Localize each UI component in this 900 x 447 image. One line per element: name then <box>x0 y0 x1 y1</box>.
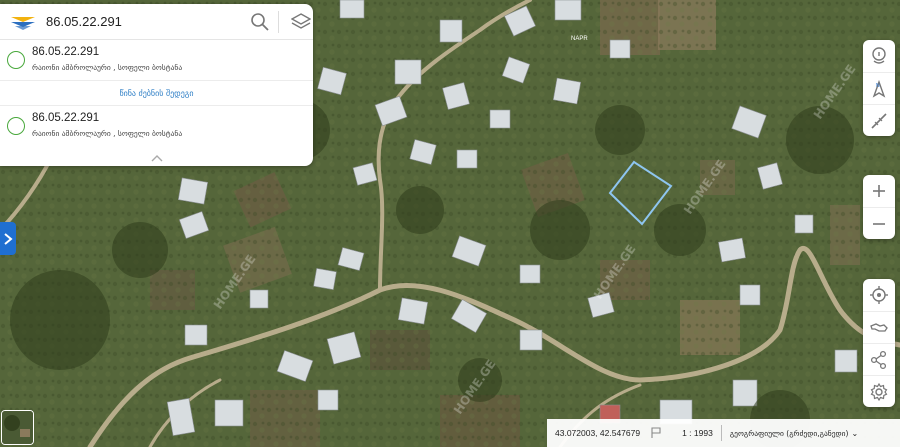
result-item[interactable]: 86.05.22.291 რაიონი ამბროლაური , სოფელი … <box>0 106 313 146</box>
divider <box>720 425 722 441</box>
measure-button[interactable] <box>863 104 895 136</box>
result-code: 86.05.22.291 <box>32 112 100 124</box>
country-outline-icon <box>870 322 888 332</box>
result-item[interactable]: 86.05.22.291 რაიონი ამბროლაური , სოფელი … <box>0 40 313 80</box>
basemap-thumbnail <box>2 411 33 444</box>
projection-select[interactable]: გეოგრაფიული (გრძედი,განედი) <box>730 429 849 438</box>
divider <box>278 10 279 33</box>
zoom-in-button[interactable] <box>863 175 895 207</box>
layers-icon[interactable] <box>289 10 313 34</box>
search-panel: 86.05.22.291 რაიონი ამბროლაური , სოფელი … <box>0 4 313 166</box>
compass-button[interactable]: N <box>863 72 895 104</box>
result-marker-icon <box>7 51 25 69</box>
status-bar: 43.072003, 42.547679 1 : 1993 გეოგრაფიულ… <box>547 419 900 447</box>
share-button[interactable] <box>863 343 895 375</box>
zoom-out-button[interactable] <box>863 207 895 239</box>
chevron-up-icon[interactable] <box>0 148 313 162</box>
locate-button[interactable] <box>863 279 895 311</box>
map-tools-bottom <box>863 279 895 407</box>
georgia-extent-button[interactable] <box>863 311 895 343</box>
minus-icon <box>873 222 885 225</box>
result-marker-icon <box>7 117 25 135</box>
compass-icon: N <box>872 79 886 98</box>
cursor-coordinates: 43.072003, 42.547679 <box>555 428 641 438</box>
expand-sidebar-button[interactable] <box>0 222 16 255</box>
plus-icon <box>873 185 885 197</box>
flag-icon <box>651 427 661 438</box>
result-address: რაიონი ამბროლაური , სოფელი ბოსტანა <box>32 129 183 138</box>
settings-button[interactable] <box>863 375 895 407</box>
search-input[interactable] <box>46 14 242 29</box>
search-icon[interactable] <box>248 10 272 34</box>
napr-map-label: NAPR <box>571 36 588 42</box>
result-code: 86.05.22.291 <box>32 46 100 58</box>
previous-search-link[interactable]: წინა ძებნის შედეგი <box>0 80 313 106</box>
chevron-down-icon[interactable]: ⌄ <box>851 429 858 438</box>
napr-logo <box>11 16 35 30</box>
crosshair-icon <box>870 286 888 304</box>
zoom-controls <box>863 175 895 239</box>
basemap-switcher[interactable] <box>1 410 34 445</box>
gear-icon <box>870 382 888 401</box>
result-address: რაიონი ამბროლაური , სოფელი ბოსტანა <box>32 63 183 72</box>
info-pin-button[interactable] <box>863 40 895 72</box>
chevron-right-icon <box>4 232 13 245</box>
search-bar <box>0 4 313 40</box>
info-pin-icon <box>872 47 886 64</box>
svg-text:N: N <box>876 83 880 89</box>
share-icon <box>870 350 887 369</box>
map-tools-top: N <box>863 40 895 136</box>
map-scale: 1 : 1993 <box>682 428 713 438</box>
ruler-icon <box>871 112 887 129</box>
